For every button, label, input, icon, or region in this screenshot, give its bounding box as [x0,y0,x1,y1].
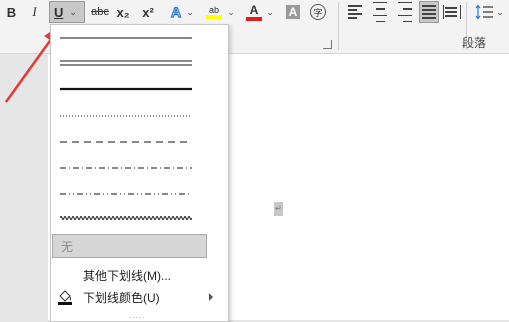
justify-icon [422,3,436,21]
underline-none-option[interactable]: 无 [52,234,207,258]
line-spacing-button[interactable] [473,1,495,23]
submenu-arrow-icon [209,293,213,301]
underline-style-menu: 无 其他下划线(M)... 下划线颜色(U) ..... [50,24,229,322]
underline-color-item[interactable]: 下划线颜色(U) [51,287,228,307]
highlight-color-bar [206,15,222,19]
font-color-icon: A [249,2,259,17]
text-effects-dropdown[interactable]: ⌄ [186,1,194,23]
underline-dash-dot-dot-option[interactable] [60,190,192,198]
underline-single-option[interactable] [60,34,192,42]
enclose-char-button[interactable]: 字 [308,1,328,23]
font-color-dropdown[interactable]: ⌄ [266,1,274,23]
justify-button[interactable] [419,1,439,23]
align-left-button[interactable] [346,1,364,23]
none-label: 无 [61,239,74,254]
paint-bucket-icon [58,290,72,305]
text-effects-icon: A [170,4,181,20]
strikethrough-icon: abc [91,6,109,18]
char-shading-icon: A [285,5,301,19]
enclose-char-icon: 字 [310,4,326,20]
highlight-icon: ab [208,5,219,15]
strikethrough-button[interactable]: abc [89,1,111,23]
align-center-button[interactable] [371,1,389,23]
align-right-icon [398,0,412,25]
more-underlines-item[interactable]: 其他下划线(M)... [83,267,171,284]
underline-wave-option[interactable] [60,214,192,222]
highlight-dropdown[interactable]: ⌄ [227,1,235,23]
font-color-button[interactable]: A [244,1,264,23]
underline-color-label: 下划线颜色(U) [83,291,160,305]
distributed-icon [443,4,461,20]
font-dialog-launcher[interactable] [323,40,332,49]
underline-double-option[interactable] [60,59,192,67]
font-color-bar [246,16,262,21]
text-effects-button[interactable]: A [166,1,186,23]
underline-dash-dot-option[interactable] [60,164,192,172]
svg-text:A: A [171,4,181,20]
highlight-button[interactable]: ab [204,1,224,23]
distributed-button[interactable] [443,1,461,23]
underline-thick-option[interactable] [60,85,192,93]
align-center-icon [373,0,387,25]
paragraph-group-label: 段落 [462,36,487,50]
superscript-icon: x² [142,4,154,20]
underline-dotted-option[interactable] [60,112,192,120]
subscript-button[interactable]: x₂ [114,1,132,23]
underline-dashed-option[interactable] [60,138,192,146]
paragraph-mark: ↵ [274,202,283,216]
subscript-icon: x₂ [116,4,130,20]
line-spacing-icon [475,4,493,20]
line-spacing-dropdown[interactable]: ⌄ [496,1,504,23]
resize-grip[interactable]: ..... [129,311,145,320]
align-left-icon [348,3,362,21]
group-separator [338,2,339,50]
superscript-button[interactable]: x² [139,1,157,23]
char-shading-button[interactable]: A [284,1,302,23]
align-right-button[interactable] [396,1,414,23]
